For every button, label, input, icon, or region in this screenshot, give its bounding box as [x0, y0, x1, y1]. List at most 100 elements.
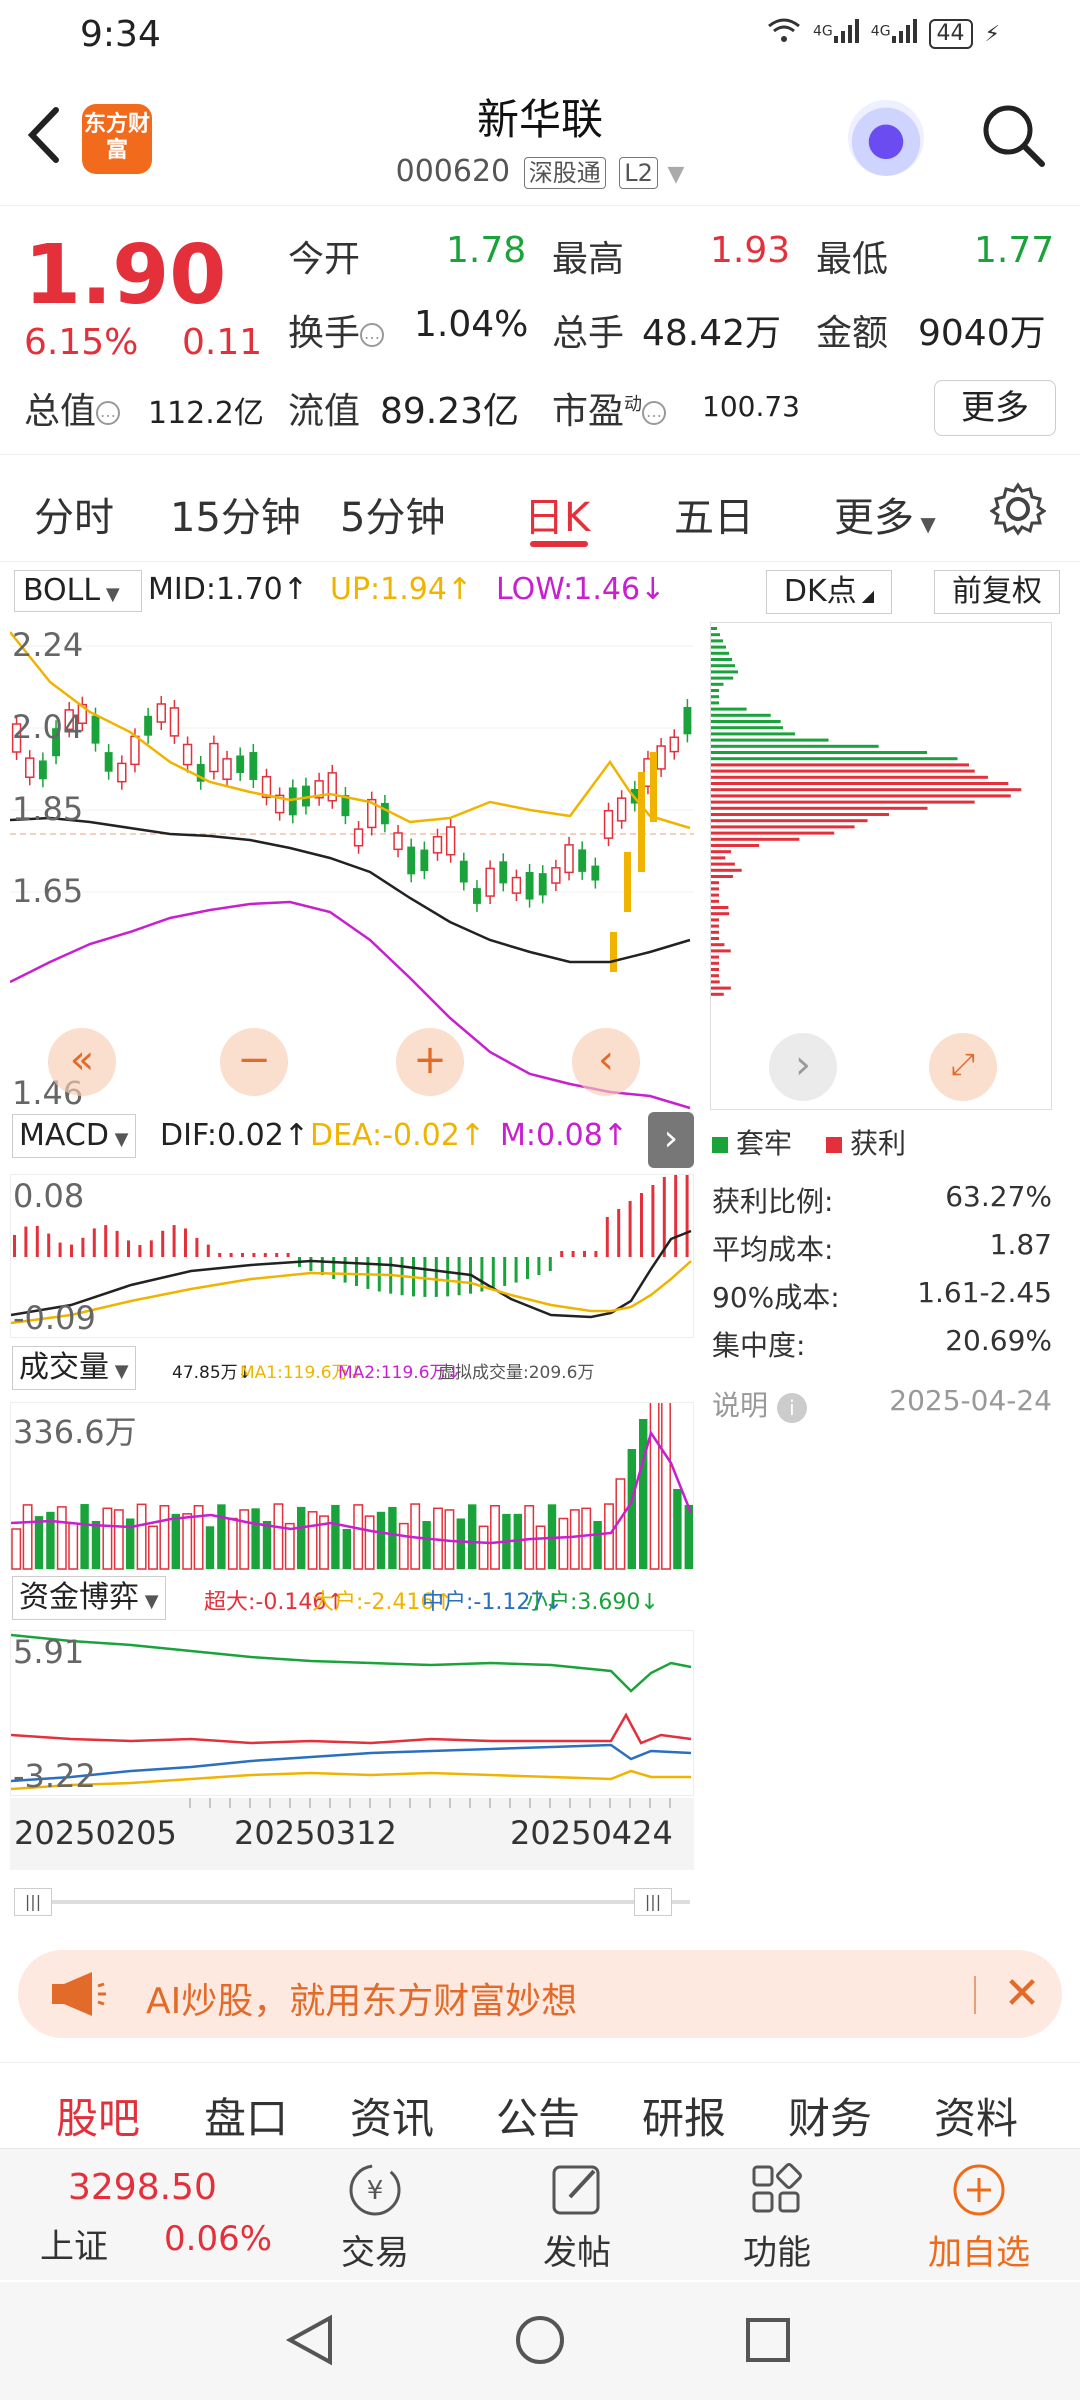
info-icon[interactable]: … — [360, 323, 385, 347]
macd-bar — [252, 1253, 256, 1257]
indicator-select[interactable]: BOLL ▼ — [14, 570, 142, 612]
tab-announcements[interactable]: 公告 — [496, 2085, 580, 2146]
expand-icon[interactable]: ⤢ — [929, 1033, 997, 1101]
tab-15min[interactable]: 15分钟 — [170, 485, 301, 543]
macd-bar — [366, 1257, 370, 1289]
index-ticker[interactable]: 3298.50 上证 0.06% — [40, 2167, 280, 2267]
volume-bar — [273, 1503, 284, 1570]
tab-finance[interactable]: 财务 — [788, 2085, 872, 2146]
kline-chart[interactable]: 2.24 2.04 1.85 1.65 1.46 « − + ‹ — [9, 622, 694, 1112]
candle-body — [169, 707, 180, 737]
more-button[interactable]: 更多 — [934, 380, 1056, 436]
ai-banner[interactable]: AI炒股，就用东方财富妙想 ✕ — [18, 1950, 1062, 2038]
chip-bar — [711, 639, 723, 643]
chip-bar — [711, 713, 771, 717]
chip-bar — [711, 924, 719, 928]
volume-label: 总手 — [552, 313, 625, 354]
macd-bar — [47, 1233, 51, 1257]
tab-intraday[interactable]: 分时 — [34, 485, 114, 543]
tab-profile[interactable]: 资料 — [934, 2085, 1018, 2146]
chip-bar — [711, 757, 958, 761]
add-watchlist-button[interactable]: 加自选 — [914, 2159, 1044, 2273]
chip-bar — [711, 707, 747, 711]
scroll-handle-right[interactable]: ||| — [634, 1888, 672, 1916]
function-button[interactable]: 功能 — [712, 2159, 842, 2273]
volume-bar — [353, 1504, 364, 1570]
scroll-right-icon[interactable]: › — [769, 1033, 837, 1101]
macd-dea: DEA:-0.02↑ — [310, 1118, 485, 1153]
volume-bar — [284, 1522, 295, 1570]
boll-indicator-bar: BOLL ▼ MID:1.70↑ UP:1.94↑ LOW:1.46↓ — [0, 566, 700, 616]
candle-body — [578, 849, 587, 872]
ai-banner-text: AI炒股，就用东方财富妙想 — [146, 1981, 578, 2022]
macd-select[interactable]: MACD ▼ — [12, 1114, 136, 1158]
tab-more[interactable]: 更多 ▼ — [834, 485, 936, 543]
period-tabs: 分时 15分钟 5分钟 日K 五日 更多 ▼ — [0, 454, 1080, 562]
profit-ratio-row: 获利比例: 63.27% — [712, 1180, 1052, 1218]
volume-bar — [490, 1505, 500, 1570]
info-icon[interactable]: i — [776, 1393, 807, 1423]
macd-bar — [674, 1169, 678, 1257]
chip-bar — [711, 918, 719, 922]
zoom-out-icon[interactable]: − — [220, 1028, 288, 1096]
axis-label: -0.09 — [13, 1299, 96, 1337]
trade-button[interactable]: ¥ 交易 — [310, 2159, 440, 2273]
close-icon[interactable]: ✕ — [994, 1966, 1050, 2022]
nav-recent-icon[interactable] — [746, 2318, 790, 2362]
dk-point-button[interactable]: DK点 ◢ — [766, 570, 892, 614]
date-label: 20250205 — [14, 1814, 177, 1852]
status-bar: 9:34 4G 4G 44 ⚡ — [0, 0, 1080, 72]
tab-daily-k[interactable]: 日K — [524, 485, 590, 543]
volume-bar — [581, 1507, 592, 1570]
adjust-button[interactable]: 前复权 — [934, 570, 1060, 614]
volume-bar — [684, 1504, 693, 1569]
macd-bar — [355, 1257, 358, 1286]
macd-bar — [434, 1257, 438, 1297]
volume-bar — [661, 1358, 671, 1570]
scroll-handle-left[interactable]: ||| — [14, 1888, 52, 1916]
open-label: 今开 — [288, 239, 361, 280]
info-icon[interactable]: … — [96, 401, 121, 425]
volume-bar — [388, 1506, 397, 1569]
macd-bar — [24, 1226, 28, 1257]
boll-up-line — [9, 631, 691, 830]
scroll-left-icon[interactable]: ‹ — [572, 1028, 640, 1096]
chevron-right-icon[interactable]: › — [648, 1112, 694, 1168]
candle-body — [591, 865, 600, 881]
chip-bar — [711, 732, 796, 736]
dropdown-icon[interactable]: ▼ — [667, 162, 684, 187]
candle-body — [538, 873, 547, 896]
volume-bar — [456, 1518, 465, 1569]
scroll-left-fast-icon[interactable]: « — [48, 1028, 116, 1096]
tab-5min[interactable]: 5分钟 — [340, 485, 445, 543]
nav-back-icon[interactable] — [285, 2314, 332, 2366]
chip-bar — [711, 937, 719, 940]
date-axis: 20250205 20250312 20250424 — [10, 1798, 694, 1870]
macd-bar — [526, 1257, 529, 1279]
ai-robot-icon[interactable] — [848, 100, 924, 176]
boll-mid-line — [9, 816, 691, 964]
tab-research[interactable]: 研报 — [642, 2085, 726, 2146]
chip-bar — [711, 744, 879, 748]
fund-mid-line — [10, 1743, 692, 1783]
fund-select[interactable]: 资金博弈 ▼ — [12, 1576, 166, 1620]
search-icon[interactable] — [978, 100, 1048, 170]
chip-bar — [711, 806, 928, 810]
volume-select[interactable]: 成交量 ▼ — [12, 1346, 136, 1390]
zoom-in-icon[interactable]: + — [396, 1028, 464, 1096]
info-icon[interactable]: … — [642, 401, 667, 425]
note-link[interactable]: 说明 i — [712, 1389, 807, 1423]
tab-orderbook[interactable]: 盘口 — [204, 2085, 288, 2146]
gear-icon[interactable] — [989, 481, 1047, 537]
macd-bar — [275, 1253, 279, 1257]
chip-bar — [711, 887, 719, 891]
nav-home-icon[interactable] — [516, 2316, 564, 2364]
tab-news[interactable]: 资讯 — [350, 2085, 434, 2146]
tab-five-day[interactable]: 五日 — [674, 485, 754, 543]
tab-forum[interactable]: 股吧 — [56, 2085, 140, 2146]
chart-scrollbar[interactable]: ||| ||| — [14, 1888, 690, 1916]
index-pct: 0.06% — [164, 2219, 273, 2259]
post-button[interactable]: 发帖 — [512, 2159, 642, 2273]
macd-bar — [537, 1257, 541, 1276]
volume-bar — [569, 1509, 580, 1570]
